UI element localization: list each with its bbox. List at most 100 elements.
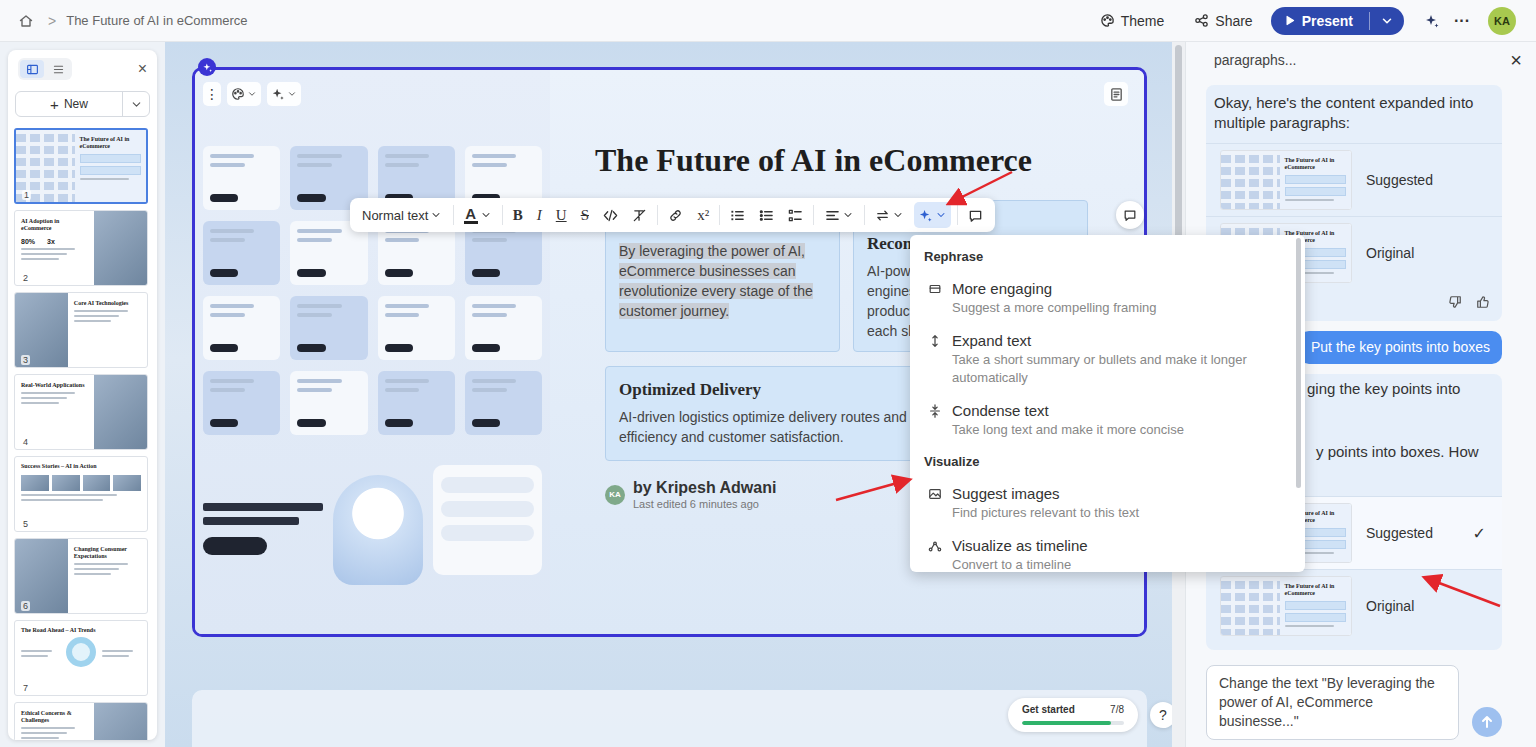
more-button[interactable]: ··· <box>1454 12 1470 30</box>
slide-thumbnail[interactable]: Changing Consumer Expectations6 <box>14 538 148 614</box>
menu-item[interactable]: Suggest imagesFind pictures relevant to … <box>910 472 1291 526</box>
user-message: Put the key points into boxes <box>1299 331 1502 364</box>
menu-item[interactable]: Condense textTake long text and make it … <box>910 391 1291 443</box>
graphic-part <box>21 16 32 26</box>
chat-input[interactable]: Change the text "By leveraging the power… <box>1206 665 1459 740</box>
code-button[interactable] <box>599 202 622 228</box>
thumbnail-title: Core AI Technologies <box>74 300 141 307</box>
text-line <box>74 563 128 565</box>
graphic-part <box>877 211 886 219</box>
slide-thumbnail[interactable]: AI Adoption in eCommerce80%3x2 <box>14 210 148 286</box>
menu-item-text: Condense textTake long text and make it … <box>952 401 1277 439</box>
list-view-icon[interactable] <box>46 60 70 78</box>
close-button[interactable]: × <box>1510 49 1522 72</box>
thumbnail-picture <box>94 211 147 285</box>
chat-previous-text: paragraphs... <box>1214 52 1297 68</box>
text-line <box>74 315 120 317</box>
sidebar-wrap: × +New The Future of AI in eCommerce1AI Ad… <box>0 42 165 747</box>
italic-button[interactable]: I <box>533 202 546 228</box>
thumbs-up-icon[interactable] <box>1476 295 1490 309</box>
help-button[interactable]: ? <box>1150 702 1172 728</box>
layout-button[interactable] <box>227 82 261 106</box>
checklist-icon <box>788 208 803 223</box>
picture-bar <box>385 238 420 242</box>
new-slide-button[interactable]: +New <box>15 91 150 117</box>
text-line <box>80 178 129 180</box>
theme-label: Theme <box>1121 13 1165 29</box>
send-arrow-icon[interactable] <box>1472 707 1502 737</box>
menu-item[interactable]: Expand textTake a short summary or bulle… <box>910 321 1291 391</box>
comment-icon[interactable] <box>1116 201 1144 229</box>
ai-edit-button[interactable] <box>914 202 951 228</box>
picture-robot <box>333 475 423 585</box>
thumbnail-picture <box>21 475 49 491</box>
slide-thumbnail[interactable]: Core AI Technologies3 <box>14 292 148 368</box>
menu-item[interactable]: More engagingSuggest a more compelling f… <box>910 267 1291 321</box>
slide-thumbnail[interactable]: The Future of AI in eCommerce1 <box>14 128 148 204</box>
theme-button[interactable]: Theme <box>1100 13 1165 29</box>
numbered-list-button[interactable] <box>726 202 749 228</box>
slide-thumbnail[interactable]: Success Stories – AI in Action5 <box>14 456 148 532</box>
text-line <box>21 253 67 255</box>
link-button[interactable] <box>664 202 687 228</box>
slide-thumbnail[interactable]: Ethical Concerns & Challenges <box>14 702 148 740</box>
menu-item[interactable]: Visualize as timelineConvert to a timeli… <box>910 526 1291 572</box>
text-style-dropdown[interactable]: Normal text <box>358 202 446 228</box>
share-button[interactable]: Share <box>1194 13 1252 29</box>
picture-bar <box>297 229 341 233</box>
slide-thumbnail[interactable]: The Future of AI in eCommerce <box>1220 576 1352 636</box>
chevron-down-icon <box>892 209 904 221</box>
thumbnail-picture <box>94 703 147 740</box>
view-toggle <box>18 58 72 80</box>
close-button[interactable]: × <box>138 60 147 78</box>
strikethrough-button[interactable]: S <box>577 202 593 228</box>
underline-button[interactable]: U <box>552 202 571 228</box>
version-option[interactable]: The Future of AI in eCommerce Original <box>1206 569 1502 642</box>
home-icon[interactable] <box>18 13 34 29</box>
graphic-part <box>1478 297 1488 308</box>
sparkle-icon[interactable] <box>198 58 216 76</box>
thumbs-down-icon[interactable] <box>1448 295 1462 309</box>
graphic-part <box>845 214 851 217</box>
slide-more-button[interactable]: ⋮ <box>203 82 221 106</box>
align-button[interactable] <box>821 202 858 228</box>
graphic-part <box>790 217 793 220</box>
comment-button[interactable] <box>964 202 987 228</box>
version-label: Original <box>1366 598 1486 614</box>
graphic-part <box>480 209 492 221</box>
picture-bar <box>297 313 332 317</box>
document-title: The Future of AI in eCommerce <box>66 13 247 28</box>
present-button[interactable]: Present <box>1271 7 1404 35</box>
chevron-down-icon[interactable] <box>1380 14 1394 28</box>
sparkle-icon[interactable] <box>1424 13 1440 29</box>
bullet-list-button[interactable] <box>755 202 778 228</box>
graphic-part <box>730 208 745 223</box>
chevron-down-icon[interactable] <box>123 98 149 111</box>
user-avatar[interactable]: KA <box>1488 7 1516 35</box>
grid-view-icon[interactable] <box>20 60 44 78</box>
thumbnail-text: Ethical Concerns & Challenges <box>15 703 94 740</box>
picture-pill <box>385 269 413 277</box>
ai-button[interactable] <box>267 82 301 106</box>
text-color-button[interactable]: A <box>460 202 496 228</box>
bold-button[interactable]: B <box>509 202 527 228</box>
notes-icon[interactable] <box>1104 82 1128 106</box>
thumbnail-circle <box>66 637 96 667</box>
chevron-down-icon <box>842 209 854 221</box>
thumbnail-title: The Future of AI in eCommerce <box>80 136 142 150</box>
graphic-part <box>1194 13 1209 28</box>
slide-thumbnail[interactable]: Real-World Applications4 <box>14 374 148 450</box>
share-label: Share <box>1215 13 1252 29</box>
superscript-button[interactable]: x² <box>693 202 713 228</box>
transform-button[interactable] <box>871 202 908 228</box>
get-started-widget[interactable]: Get started7/8 <box>1008 698 1138 732</box>
graphic-part <box>237 91 238 92</box>
text-line <box>21 737 59 739</box>
version-option[interactable]: The Future of AI in eCommerceSuggested <box>1206 143 1502 216</box>
text-line <box>21 258 59 260</box>
checklist-button[interactable] <box>784 202 807 228</box>
slide-thumbnail[interactable]: The Road Ahead – AI Trends7 <box>14 620 148 696</box>
graphic-part <box>935 209 947 221</box>
clear-format-button[interactable] <box>628 202 651 228</box>
slide-thumbnail[interactable]: The Future of AI in eCommerce <box>1220 150 1352 210</box>
